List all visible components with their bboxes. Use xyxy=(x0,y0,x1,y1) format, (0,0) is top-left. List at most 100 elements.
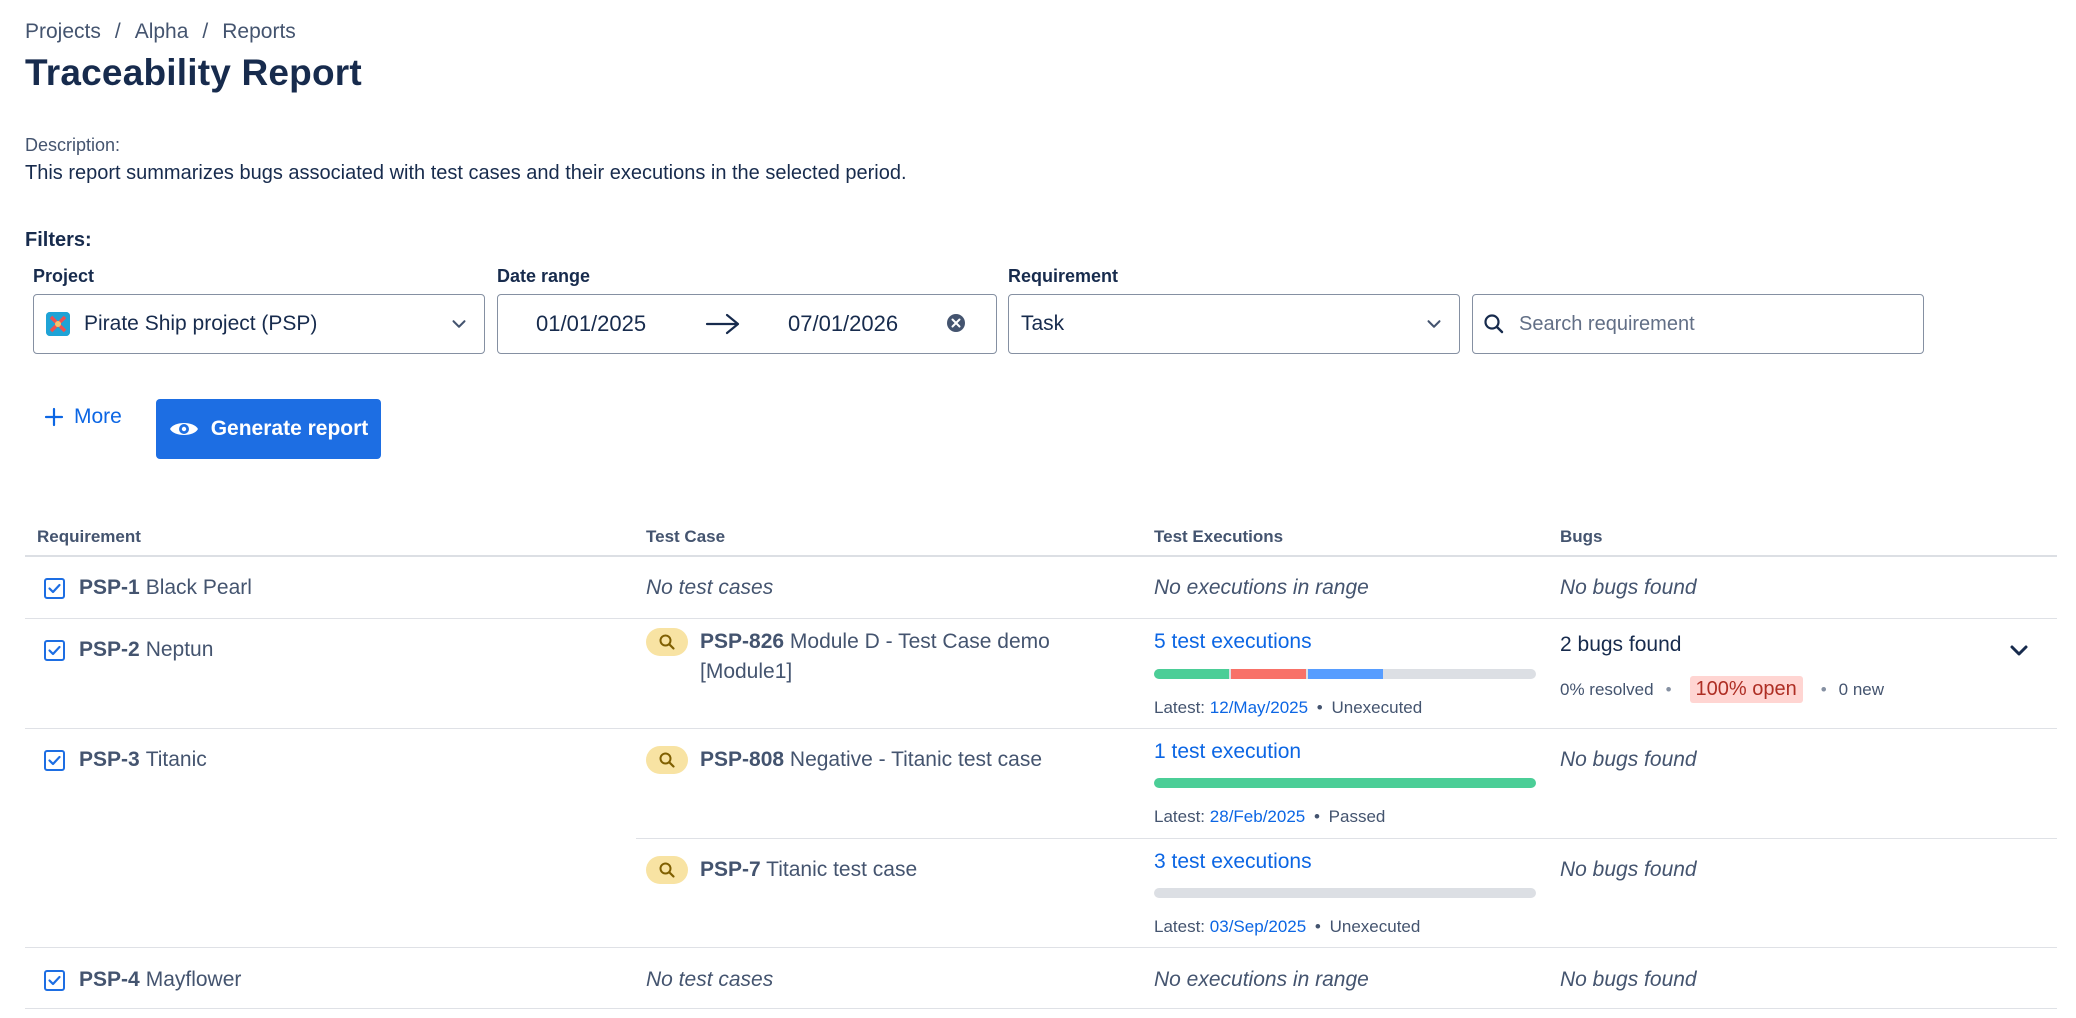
generate-report-button[interactable]: Generate report xyxy=(156,399,381,459)
no-bugs-text: No bugs found xyxy=(1560,968,1697,991)
row-divider xyxy=(25,1008,2057,1009)
test-case-search-icon xyxy=(646,856,688,884)
column-header-test-case: Test Case xyxy=(646,527,726,546)
requirement-name: Neptun xyxy=(145,638,214,661)
date-start-input[interactable]: 01/01/2025 xyxy=(536,311,646,337)
no-test-cases-text: No test cases xyxy=(646,968,774,991)
table-header-divider xyxy=(25,555,2057,557)
requirement-label: Requirement xyxy=(1008,266,1119,286)
test-case-key[interactable]: PSP-7 xyxy=(700,858,761,881)
latest-execution: Latest: 03/Sep/2025 • Unexecuted xyxy=(1154,917,1421,936)
more-button-label: More xyxy=(74,405,122,428)
latest-execution: Latest: 12/May/2025 • Unexecuted xyxy=(1154,698,1423,717)
requirement-key[interactable]: PSP-1 xyxy=(79,576,140,600)
execution-progress-bar xyxy=(1154,888,1536,898)
test-case-key[interactable]: PSP-808 xyxy=(700,748,784,771)
breadcrumb-projects[interactable]: Projects xyxy=(25,20,101,44)
latest-status: Unexecuted xyxy=(1331,698,1423,717)
execution-progress-bar xyxy=(1154,778,1536,788)
table-row-psp-3: PSP-3 Titanic xyxy=(44,748,207,772)
latest-label: Latest: xyxy=(1154,917,1206,936)
requirement-key[interactable]: PSP-4 xyxy=(79,968,140,992)
checkbox-checked-icon xyxy=(44,639,65,661)
no-bugs-text: No bugs found xyxy=(1560,858,1697,881)
requirement-key[interactable]: PSP-2 xyxy=(79,638,140,662)
bar-segment-in-progress xyxy=(1308,669,1383,679)
latest-date-link[interactable]: 12/May/2025 xyxy=(1210,698,1308,717)
table-row-psp-2: PSP-2 Neptun xyxy=(44,638,213,662)
column-header-bugs: Bugs xyxy=(1560,527,1603,546)
no-executions-text: No executions in range xyxy=(1154,968,1369,991)
bug-stats: 0% resolved • 100% open • 0 new xyxy=(1560,676,1884,703)
test-case-name: Titanic test case xyxy=(766,858,918,881)
test-executions-link[interactable]: 3 test executions xyxy=(1154,850,1312,874)
row-divider xyxy=(636,838,2057,839)
test-case-search-icon xyxy=(646,628,688,656)
test-case-key[interactable]: PSP-826 xyxy=(700,630,784,653)
test-case-name: Negative - Titanic test case xyxy=(789,748,1043,771)
no-bugs-text: No bugs found xyxy=(1560,576,1697,599)
search-requirement-input[interactable] xyxy=(1519,312,1899,336)
eye-icon xyxy=(169,423,198,435)
date-range-label: Date range xyxy=(497,266,591,286)
column-header-test-executions: Test Executions xyxy=(1154,527,1284,546)
plus-icon xyxy=(44,407,64,427)
page-title: Traceability Report xyxy=(25,52,362,93)
row-divider xyxy=(25,618,2057,619)
new-stat: 0 new xyxy=(1838,679,1885,699)
latest-execution: Latest: 28/Feb/2025 • Passed xyxy=(1154,807,1386,826)
search-requirement-box xyxy=(1472,294,1924,354)
requirement-select[interactable]: Task xyxy=(1008,294,1460,354)
description-text: This report summarizes bugs associated w… xyxy=(25,162,907,184)
test-executions-link[interactable]: 1 test execution xyxy=(1154,740,1301,764)
breadcrumb-separator: / xyxy=(202,20,209,43)
checkbox-checked-icon xyxy=(44,577,65,599)
breadcrumb: Projects / Alpha / Reports xyxy=(25,20,296,44)
test-case-search-icon xyxy=(646,746,688,774)
requirement-key[interactable]: PSP-3 xyxy=(79,748,140,772)
latest-date-link[interactable]: 28/Feb/2025 xyxy=(1210,807,1305,826)
no-bugs-text: No bugs found xyxy=(1560,748,1697,771)
breadcrumb-alpha[interactable]: Alpha xyxy=(135,20,189,44)
clear-icon[interactable] xyxy=(945,312,967,334)
test-case-name: Module D - Test Case demo xyxy=(789,630,1050,653)
latest-label: Latest: xyxy=(1154,698,1206,717)
test-case-psp-808: PSP-808 Negative - Titanic test case xyxy=(646,745,1042,775)
resolved-stat: 0% resolved xyxy=(1560,679,1654,699)
bugs-found-text: 2 bugs found xyxy=(1560,633,1682,656)
row-divider xyxy=(25,728,2057,729)
table-row-psp-1: PSP-1 Black Pearl xyxy=(44,576,252,600)
requirement-name: Titanic xyxy=(145,748,207,771)
generate-button-label: Generate report xyxy=(210,417,369,440)
test-case-psp-826: PSP-826 Module D - Test Case demo [Modul… xyxy=(646,627,1086,687)
bar-segment-passed xyxy=(1154,669,1229,679)
breadcrumb-separator: / xyxy=(114,20,121,43)
no-executions-text: No executions in range xyxy=(1154,576,1369,599)
latest-status: Unexecuted xyxy=(1329,917,1421,936)
more-filters-button[interactable]: More xyxy=(44,405,122,429)
project-select-value: Pirate Ship project (PSP) xyxy=(84,312,318,335)
expand-chevron-icon[interactable] xyxy=(2006,640,2032,662)
breadcrumb-reports[interactable]: Reports xyxy=(222,20,296,44)
execution-progress-bar xyxy=(1154,669,1536,679)
chevron-down-icon xyxy=(452,320,466,328)
chevron-down-icon xyxy=(1427,320,1441,328)
checkbox-checked-icon xyxy=(44,969,65,991)
no-test-cases-text: No test cases xyxy=(646,576,774,599)
project-label: Project xyxy=(33,266,95,286)
requirement-name: Black Pearl xyxy=(145,576,252,599)
latest-status: Passed xyxy=(1328,807,1386,826)
open-badge: 100% open xyxy=(1689,676,1803,703)
latest-date-link[interactable]: 03/Sep/2025 xyxy=(1210,917,1306,936)
bar-segment-failed xyxy=(1231,669,1306,679)
search-icon xyxy=(1484,314,1504,334)
test-case-psp-7: PSP-7 Titanic test case xyxy=(646,855,917,885)
column-header-requirement: Requirement xyxy=(37,527,141,546)
project-select[interactable]: Pirate Ship project (PSP) xyxy=(33,294,485,354)
test-executions-link[interactable]: 5 test executions xyxy=(1154,630,1312,654)
table-row-psp-4: PSP-4 Mayflower xyxy=(44,968,241,992)
bar-segment-passed xyxy=(1154,778,1536,788)
filters-label: Filters: xyxy=(25,229,92,251)
date-end-input[interactable]: 07/01/2026 xyxy=(788,311,898,337)
date-range-picker: 01/01/2025 07/01/2026 xyxy=(497,294,997,354)
